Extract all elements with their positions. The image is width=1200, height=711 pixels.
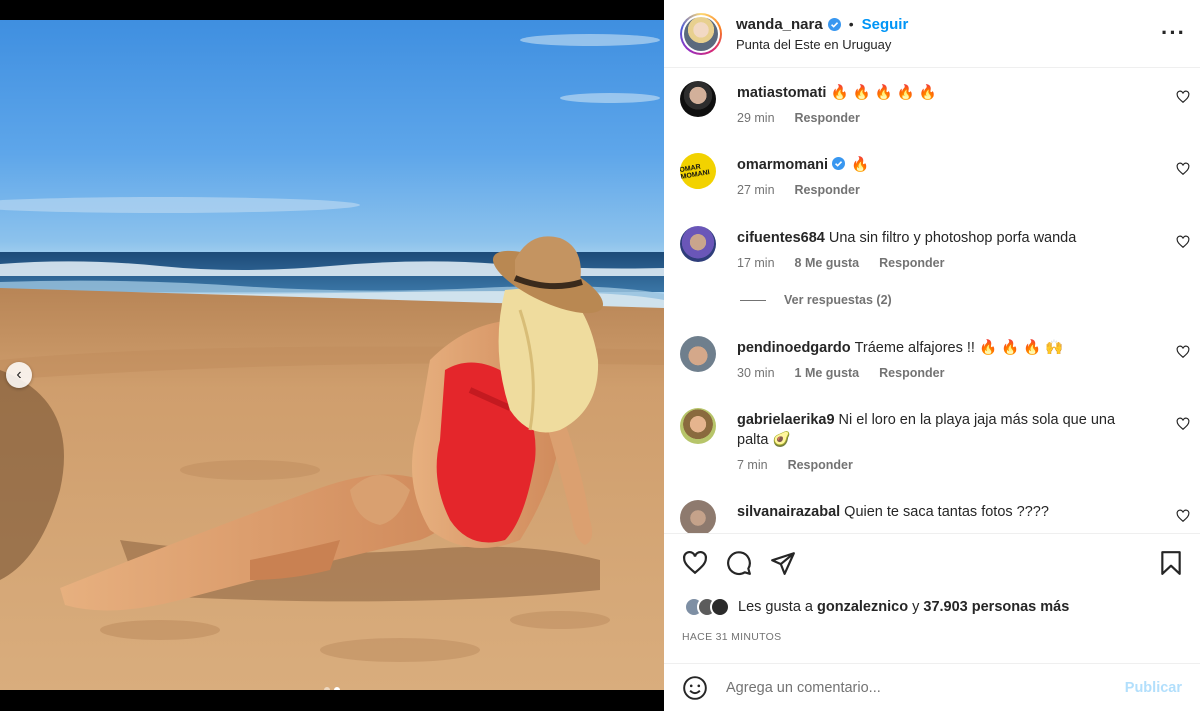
commenter-avatar[interactable]	[680, 408, 716, 444]
heart-icon[interactable]	[1176, 162, 1190, 176]
comment-time[interactable]: 29 min	[737, 111, 775, 125]
commenter-avatar[interactable]	[680, 226, 716, 262]
carousel-indicator	[0, 687, 664, 690]
share-icon[interactable]	[770, 550, 796, 576]
comment-text: Quien te saca tantas fotos ????	[844, 504, 1049, 520]
comments-list[interactable]: matiastomati 🔥 🔥 🔥 🔥 🔥 29 min Responder O…	[664, 69, 1200, 533]
view-replies-label: Ver respuestas (2)	[784, 293, 892, 307]
liker-avatar	[710, 597, 730, 617]
comment-time[interactable]: 7 min	[737, 458, 768, 472]
heart-icon[interactable]	[1176, 509, 1190, 523]
heart-icon[interactable]	[1176, 417, 1190, 431]
bookmark-icon[interactable]	[1158, 550, 1184, 576]
likes-count[interactable]: 37.903 personas más	[923, 599, 1069, 615]
comment-text: 🔥	[851, 157, 870, 173]
heart-icon[interactable]	[1176, 90, 1190, 104]
comment-text: Una sin filtro y photoshop porfa wanda	[828, 230, 1077, 246]
verified-icon	[832, 157, 846, 170]
comment-time[interactable]: 30 min	[737, 366, 775, 380]
post-header: wanda_nara • Seguir Punta del Este en Ur…	[664, 0, 1200, 68]
comment-text: 🔥 🔥 🔥 🔥 🔥	[830, 85, 937, 101]
likes-prefix: Les gusta a	[738, 599, 813, 615]
commenter-avatar[interactable]	[680, 500, 716, 533]
post-photo[interactable]: ‹	[0, 20, 664, 690]
post-location[interactable]: Punta del Este en Uruguay	[736, 37, 908, 52]
post-timestamp[interactable]: HACE 31 MINUTOS	[682, 631, 781, 643]
likes-summary: Les gusta a gonzaleznico y 37.903 person…	[684, 597, 1069, 617]
more-options-button[interactable]: ···	[1161, 22, 1186, 44]
likes-connector: y	[912, 599, 920, 615]
post-actions: Les gusta a gonzaleznico y 37.903 person…	[664, 533, 1200, 663]
carousel-dot	[324, 687, 330, 690]
separator-dot: •	[848, 16, 854, 32]
emoji-icon[interactable]	[682, 675, 708, 701]
author-username[interactable]: wanda_nara	[736, 16, 823, 33]
liker-username[interactable]: gonzaleznico	[817, 599, 908, 615]
reply-button[interactable]: Responder	[795, 111, 860, 125]
commenter-avatar[interactable]	[680, 81, 716, 117]
chevron-left-icon: ‹	[16, 366, 22, 383]
comment-time[interactable]: 17 min	[737, 256, 775, 270]
comment-input[interactable]	[726, 679, 1125, 696]
post-details-panel: wanda_nara • Seguir Punta del Este en Ur…	[664, 0, 1200, 711]
view-replies-button[interactable]: Ver respuestas (2)	[740, 293, 892, 307]
reply-button[interactable]: Responder	[879, 366, 944, 380]
heart-icon[interactable]	[1176, 345, 1190, 359]
avatar-logo-text: OMAR MOMANI	[679, 163, 711, 182]
comment-username[interactable]: omarmomani	[737, 157, 828, 173]
carousel-dot-active	[334, 687, 340, 690]
beach-photo-illustration	[0, 34, 664, 690]
verified-icon	[827, 17, 841, 31]
reply-button[interactable]: Responder	[795, 183, 860, 197]
author-avatar-image	[684, 16, 718, 51]
comment-username[interactable]: pendinoedgardo	[737, 340, 851, 356]
heart-icon[interactable]	[682, 550, 708, 576]
post-media: ‹	[0, 0, 664, 711]
comment-username[interactable]: silvanairazabal	[737, 504, 840, 520]
author-avatar[interactable]	[680, 12, 722, 55]
commenter-avatar[interactable]: OMAR MOMANI	[677, 150, 719, 192]
comment-icon[interactable]	[726, 550, 752, 576]
reply-button[interactable]: Responder	[879, 256, 944, 270]
add-comment-bar: Publicar	[664, 663, 1200, 711]
comment-username[interactable]: matiastomati	[737, 85, 826, 101]
comment-username[interactable]: cifuentes684	[737, 230, 825, 246]
liker-avatars[interactable]	[684, 597, 730, 617]
commenter-avatar[interactable]	[680, 336, 716, 372]
previous-slide-button[interactable]: ‹	[6, 362, 32, 388]
comment-time[interactable]: 27 min	[737, 183, 775, 197]
comment-username[interactable]: gabrielaerika9	[737, 412, 835, 428]
comment-likes[interactable]: 1 Me gusta	[795, 366, 860, 380]
reply-button[interactable]: Responder	[788, 458, 853, 472]
follow-button[interactable]: Seguir	[862, 16, 909, 33]
comment-likes[interactable]: 8 Me gusta	[795, 256, 860, 270]
heart-icon[interactable]	[1176, 235, 1190, 249]
publish-button[interactable]: Publicar	[1125, 680, 1182, 696]
comment-text: Tráeme alfajores !! 🔥 🔥 🔥 🙌	[854, 340, 1064, 356]
